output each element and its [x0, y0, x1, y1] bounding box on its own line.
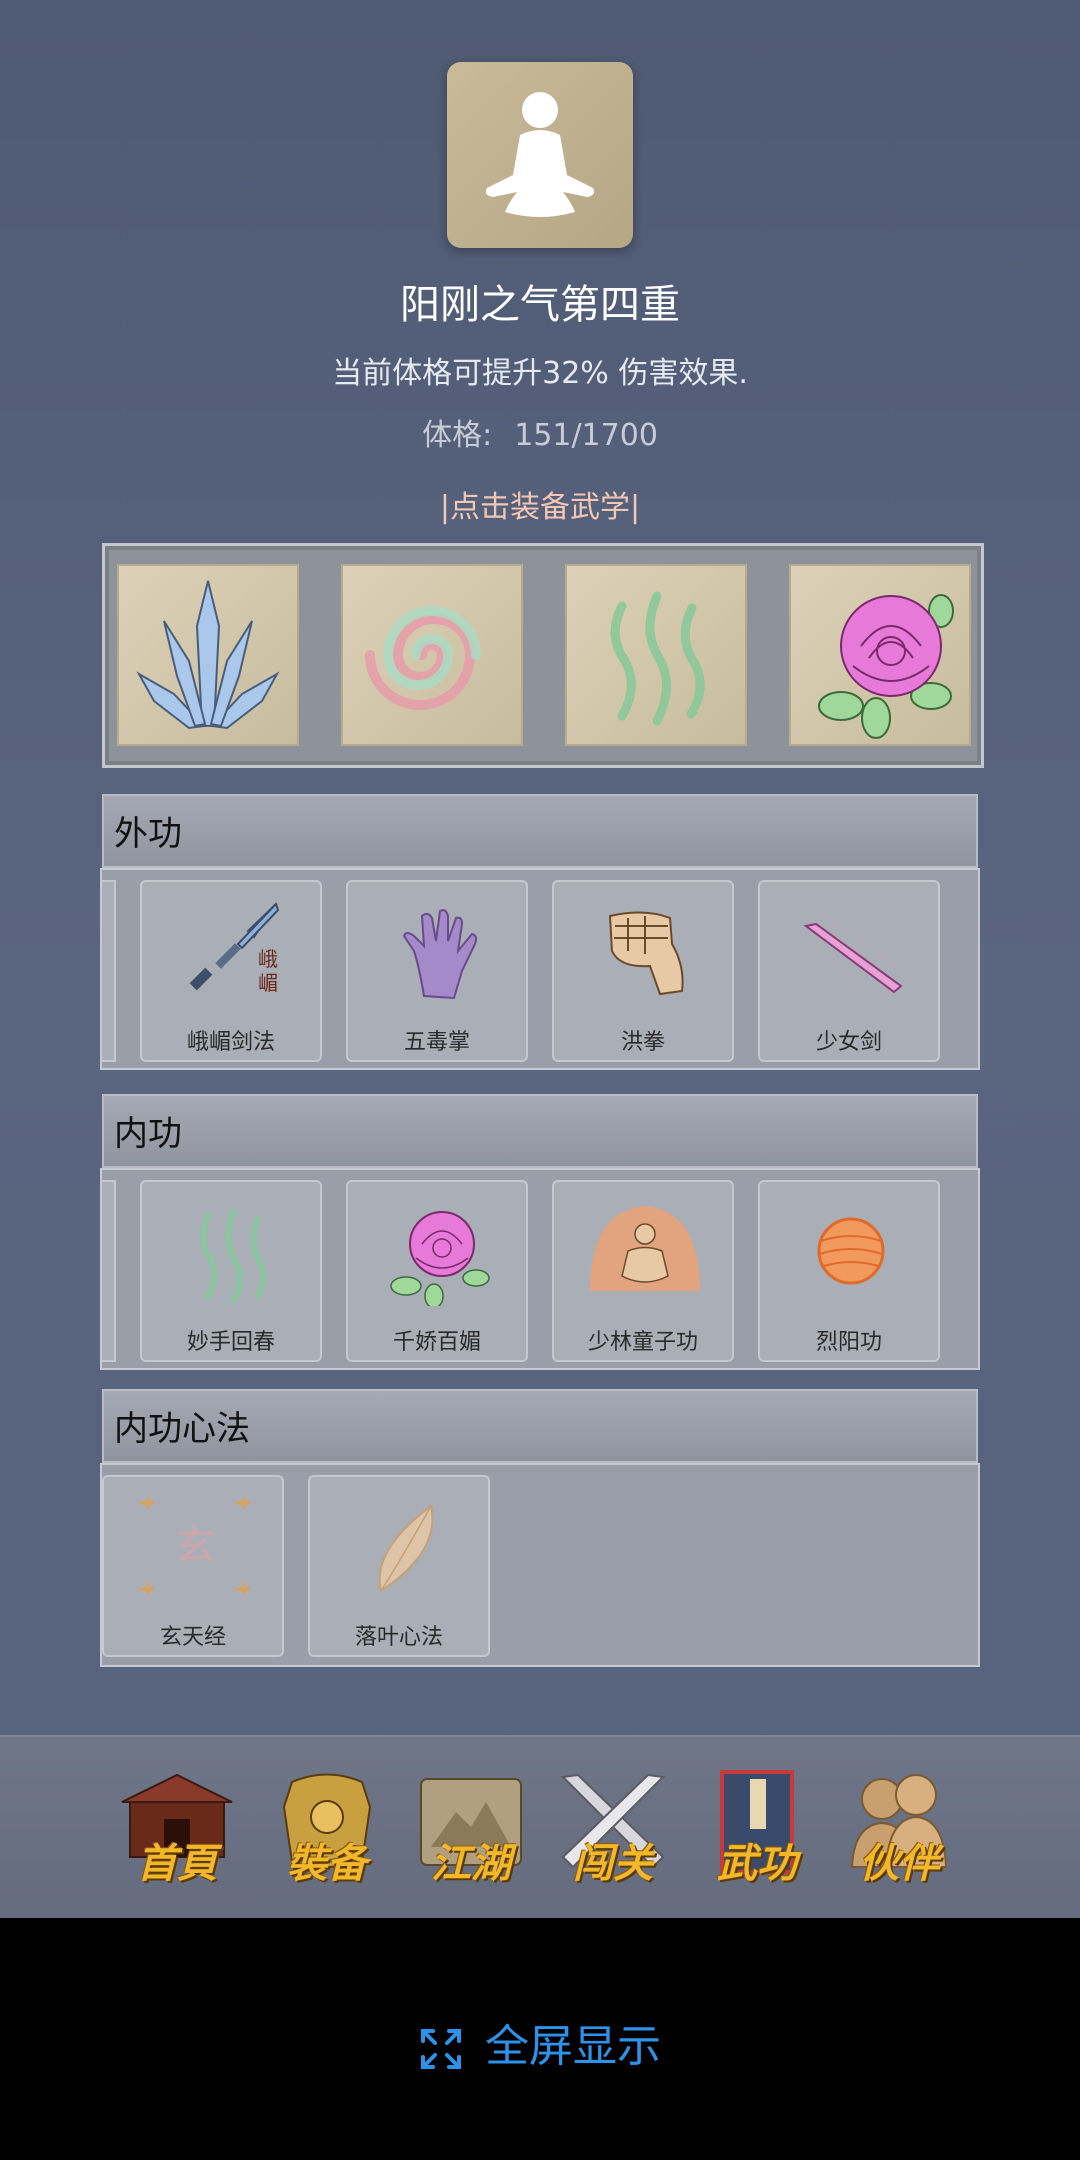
nav-equipment[interactable]: 裝备 [262, 1767, 392, 1897]
mind-methods-list[interactable]: 玄 玄天经 落叶心法 [100, 1463, 980, 1667]
equip-martial-arts-link[interactable]: |点击装备武学| [0, 482, 1080, 526]
nav-martial-arts[interactable]: 武功 [692, 1767, 822, 1897]
mind-methods-header: 内功心法 [102, 1389, 978, 1463]
constitution-value: 151/1700 [514, 418, 658, 453]
svg-text:玄: 玄 [175, 1523, 215, 1569]
fullscreen-button[interactable]: 全屏显示 [0, 2010, 1080, 2074]
green-wisps-icon [610, 591, 705, 726]
equipped-slot-4[interactable] [789, 564, 971, 746]
skill-name: 千娇百媚 [392, 1330, 481, 1355]
fullscreen-label: 全屏显示 [485, 2021, 661, 2072]
outer-skills-header: 外功 [102, 794, 978, 868]
orange-orb-icon [817, 1217, 885, 1285]
fist-icon [608, 911, 684, 996]
equipped-skills-panel [102, 543, 984, 768]
constitution-label: 体格: [422, 418, 493, 453]
skill-name: 落叶心法 [354, 1625, 443, 1650]
nav-companions-label: 伙伴 [859, 1840, 939, 1887]
equipped-slot-3[interactable] [565, 564, 747, 746]
svg-text:峨: 峨 [258, 947, 278, 971]
pink-rose-icon [818, 594, 954, 739]
skill-name: 峨嵋剑法 [186, 1030, 275, 1055]
mind-methods-title: 内功心法 [114, 1409, 250, 1449]
constitution-stat: 体格: 151/1700 [0, 410, 1080, 454]
skill-card-maiden-sword[interactable]: 少女剑 [758, 880, 940, 1062]
skill-name: 烈阳功 [815, 1330, 882, 1355]
outer-skills-list[interactable]: 峨 嵋 峨嵋剑法 五毒掌 洪拳 少女剑 [100, 868, 980, 1070]
green-wisps-icon [200, 1208, 267, 1304]
xuan-seal-icon: 玄 [140, 1497, 250, 1595]
nav-home-label: 首頁 [137, 1840, 217, 1887]
nav-stages-label: 闯关 [573, 1840, 653, 1887]
inner-skills-title: 内功 [114, 1114, 182, 1154]
skill-name: 五毒掌 [403, 1030, 470, 1055]
skill-card-lieyang-gong[interactable]: 烈阳功 [758, 1180, 940, 1362]
bottom-nav-bar: 首頁 裝备 江湖 闯关 武功 伙伴 [0, 1735, 1080, 1920]
meditation-avatar[interactable] [447, 62, 633, 248]
skill-card-qianjiao-baimei[interactable]: 千娇百媚 [346, 1180, 528, 1362]
skill-name: 洪拳 [620, 1030, 665, 1055]
inner-power-level-title: 阳刚之气第四重 [400, 282, 680, 328]
pink-swirl-icon [365, 606, 481, 710]
nav-home[interactable]: 首頁 [112, 1767, 242, 1897]
equipped-slot-1[interactable] [117, 564, 299, 746]
crystal-blades-icon [136, 580, 280, 730]
skill-name: 少女剑 [815, 1030, 882, 1055]
meditating-monk-icon [590, 1206, 700, 1291]
skill-card-hong-fist[interactable]: 洪拳 [552, 880, 734, 1062]
nav-companions[interactable]: 伙伴 [834, 1767, 964, 1897]
inner-skills-header: 内功 [102, 1094, 978, 1168]
inner-skills-list[interactable]: 妙手回春 千娇百媚 少林童子功 烈阳功 [100, 1168, 980, 1370]
skill-name: 玄天经 [159, 1625, 226, 1650]
meditating-figure-icon [485, 92, 595, 217]
scroll-stub [102, 880, 116, 1062]
nav-jianghu[interactable]: 江湖 [406, 1767, 536, 1897]
skill-card-five-poison-palm[interactable]: 五毒掌 [346, 880, 528, 1062]
skill-name: 妙手回春 [186, 1330, 275, 1355]
nav-jianghu-label: 江湖 [431, 1840, 511, 1887]
skill-card-emei-sword[interactable]: 峨 嵋 峨嵋剑法 [140, 880, 322, 1062]
scroll-stub [102, 1180, 116, 1362]
nav-equipment-label: 裝备 [287, 1840, 367, 1887]
sword-icon: 峨 嵋 [189, 902, 280, 995]
outer-skills-title: 外功 [114, 814, 182, 854]
bonus-description: 当前体格可提升32% 伤害效果. [332, 356, 748, 391]
purple-palm-icon [402, 909, 478, 1000]
skill-card-shaolin-tongzi[interactable]: 少林童子功 [552, 1180, 734, 1362]
skill-card-xuantian-jing[interactable]: 玄 玄天经 [102, 1475, 284, 1657]
skill-card-luoye-xinfa[interactable]: 落叶心法 [308, 1475, 490, 1657]
pink-sword-icon [800, 915, 903, 994]
svg-text:嵋: 嵋 [258, 971, 278, 995]
skill-card-miaoshou-huichun[interactable]: 妙手回春 [140, 1180, 322, 1362]
pink-rose-icon [390, 1211, 490, 1306]
skill-name: 少林童子功 [587, 1330, 698, 1355]
nav-stages[interactable]: 闯关 [548, 1767, 678, 1897]
leaf-icon [378, 1504, 434, 1593]
equipped-slot-2[interactable] [341, 564, 523, 746]
martial-arts-screen: 阳刚之气第四重 当前体格可提升32% 伤害效果. 体格: 151/1700 |点击… [0, 0, 1080, 1735]
expand-icon [421, 2029, 461, 2069]
nav-martial-arts-label: 武功 [717, 1840, 797, 1887]
